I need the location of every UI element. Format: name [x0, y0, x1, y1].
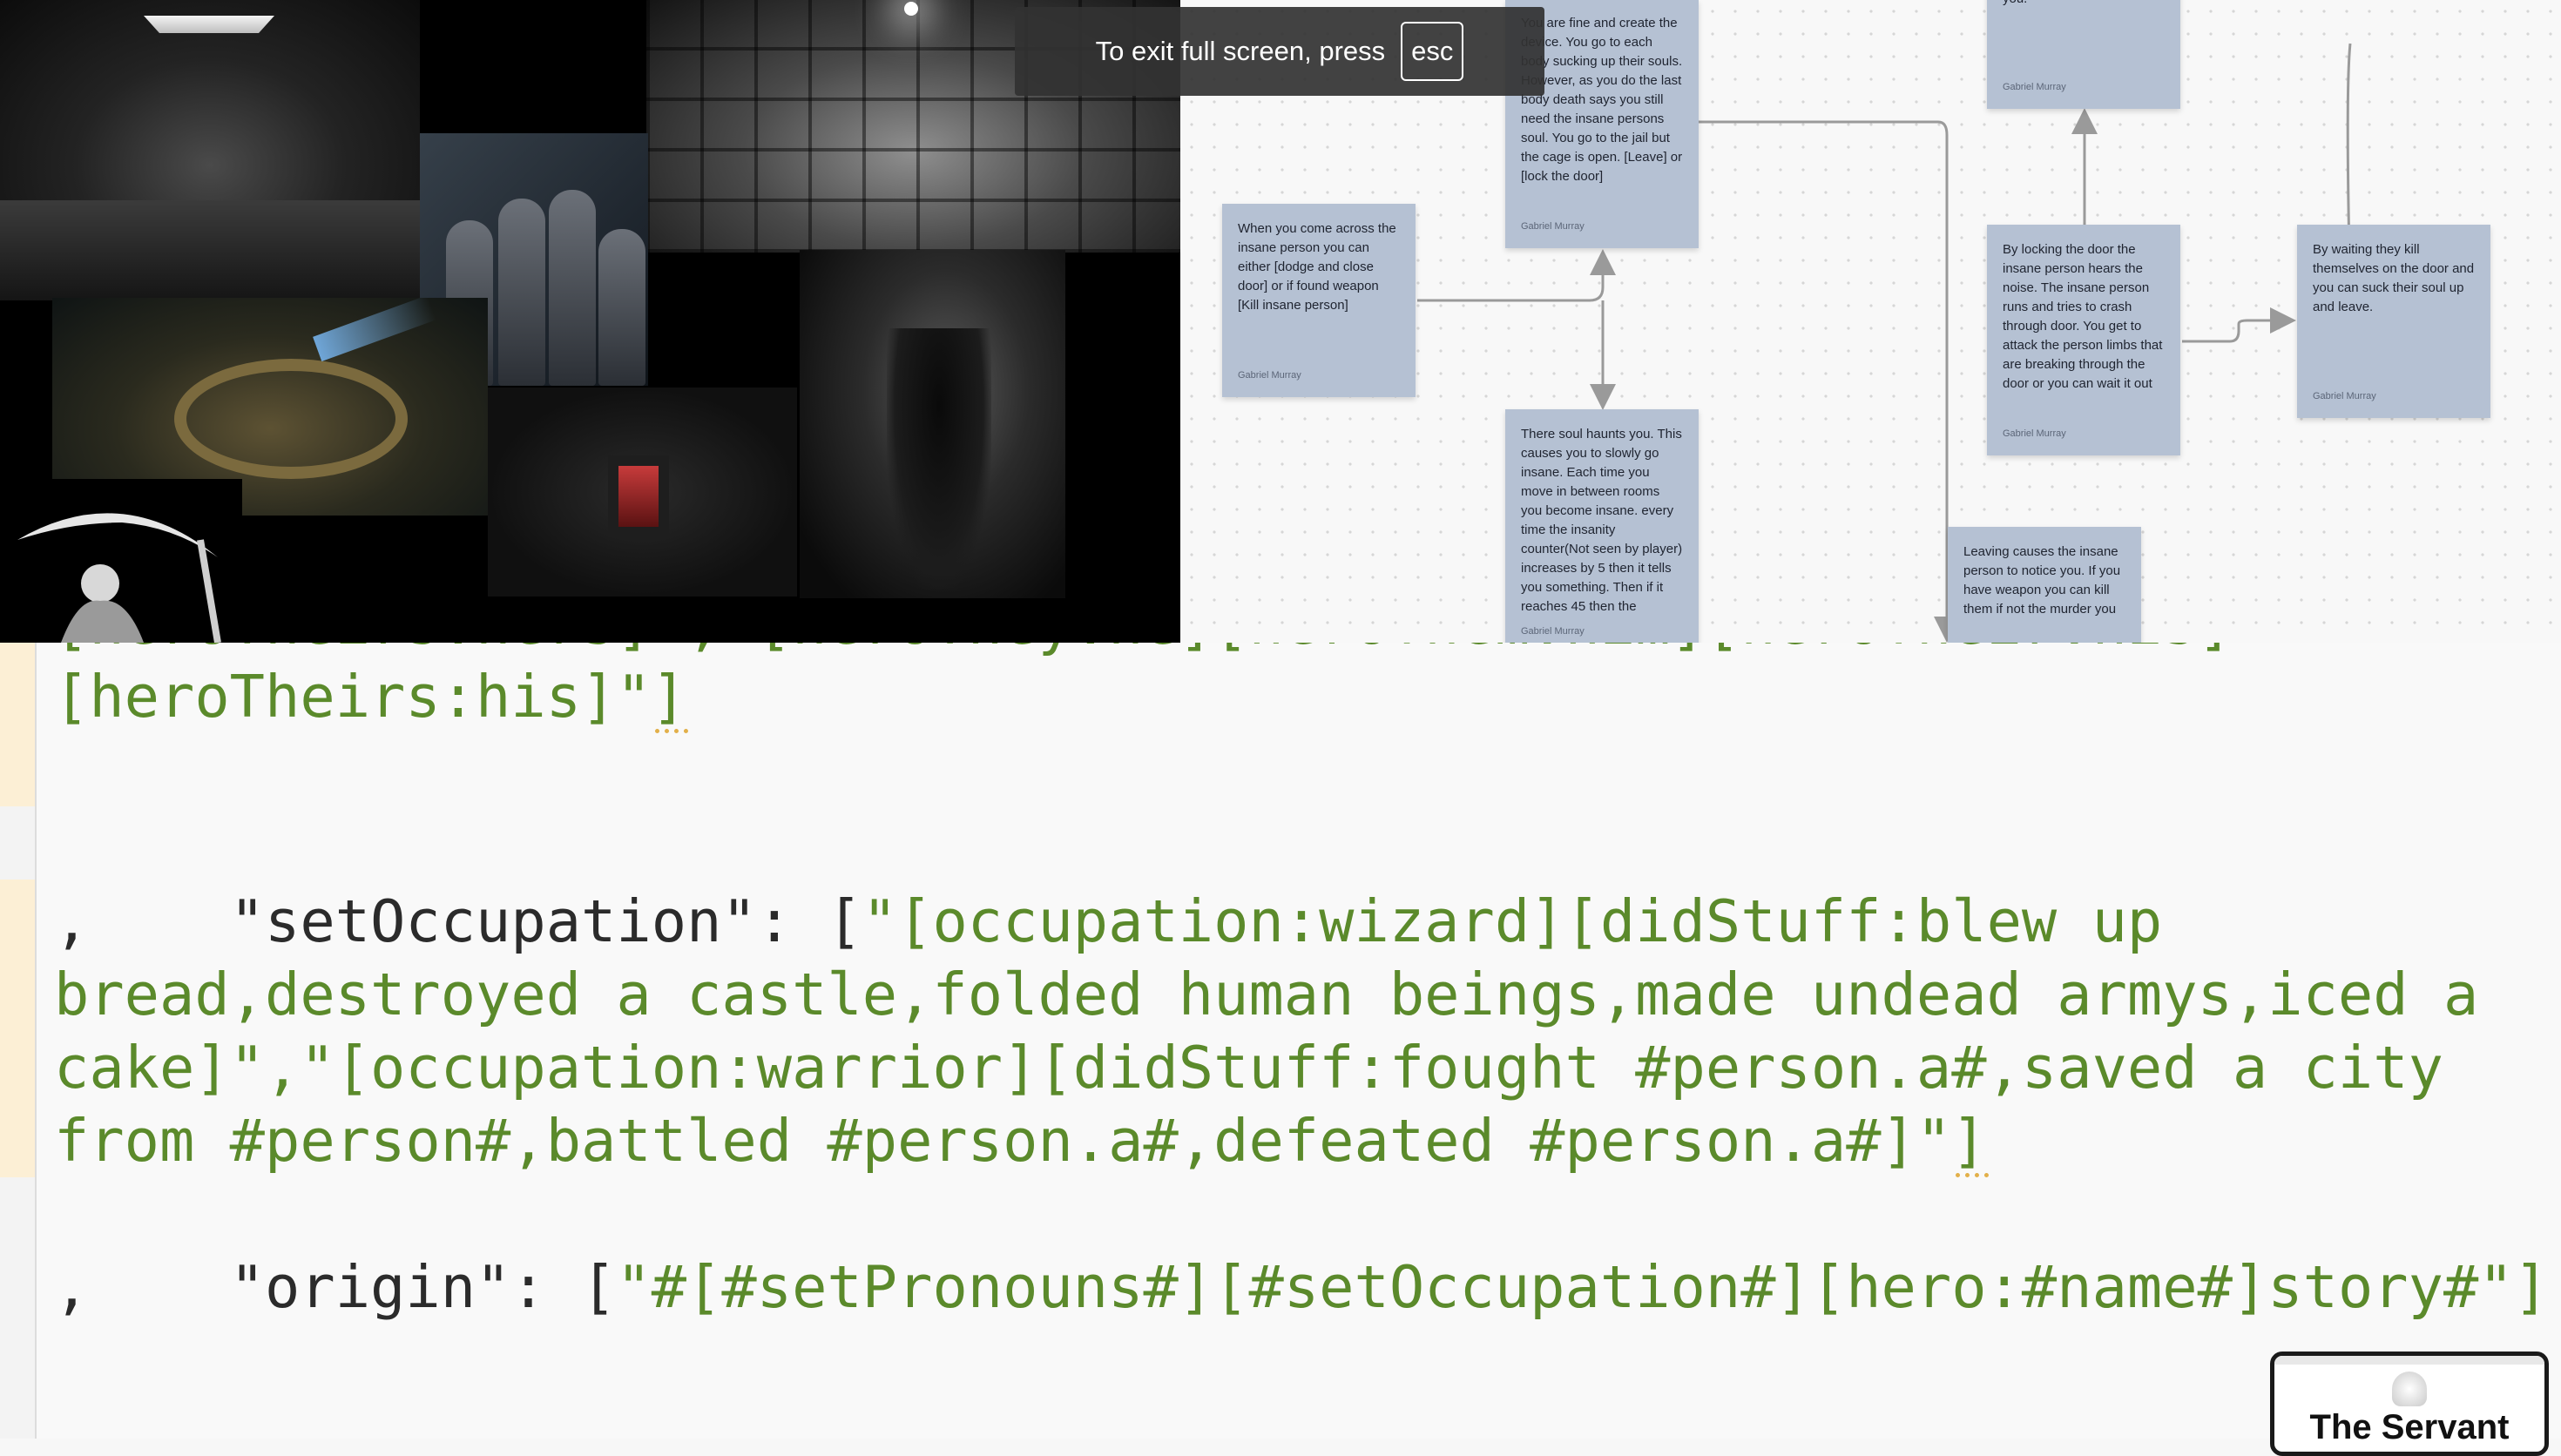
thumbnail-header-bar — [2274, 1356, 2544, 1365]
empty-stage-image — [0, 0, 420, 300]
grim-reaper-image — [0, 479, 242, 643]
code-line[interactable]: , "origin": ["#[#setPronouns#][#setOccup… — [54, 1250, 2549, 1324]
red-door — [618, 466, 659, 527]
code-line[interactable]: , "setOccupation": ["[occupation:wizard]… — [54, 885, 2162, 958]
story-note[interactable]: There soul haunts you. This causes you t… — [1505, 409, 1699, 643]
stage-floor — [0, 200, 420, 300]
story-note[interactable]: When you come across the insane person y… — [1222, 204, 1416, 397]
moodboard-collage — [0, 0, 1180, 643]
shadow-creature-image — [800, 250, 1065, 598]
hooded-figure — [549, 190, 596, 386]
slide-thumbnail[interactable]: The Servant — [2270, 1352, 2549, 1456]
reaper-icon — [17, 513, 221, 643]
light-bulb — [904, 2, 918, 16]
machine-ring — [174, 359, 408, 479]
shadow-figure — [887, 328, 991, 590]
flowchart-board[interactable]: You are fine and create the device. You … — [1180, 0, 2561, 643]
fullscreen-exit-toast: To exit full screen, press esc — [1015, 7, 1544, 96]
thumbnail-title: The Servant — [2309, 1408, 2510, 1446]
lamp-icon — [2392, 1372, 2427, 1406]
story-note[interactable]: you. Gabriel Murray — [1987, 0, 2180, 109]
story-note[interactable]: By waiting they kill themselves on the d… — [2297, 225, 2490, 418]
esc-key-badge: esc — [1401, 22, 1464, 81]
gutter-change-marker — [0, 643, 35, 806]
hooded-figure — [498, 199, 545, 386]
hooded-figure — [598, 229, 645, 386]
ceiling-lamp — [144, 16, 274, 33]
code-line[interactable]: from #person#,battled #person.a#,defeate… — [54, 1104, 1989, 1177]
code-line[interactable]: cake]","[occupation:warrior][didStuff:fo… — [54, 1031, 2443, 1104]
code-line[interactable]: [heroTheirs:his]"] — [54, 660, 689, 733]
light-beam — [313, 298, 436, 362]
code-line[interactable]: bread,destroyed a castle,folded human be… — [54, 958, 2478, 1031]
story-note[interactable]: By locking the door the insane person he… — [1987, 225, 2180, 455]
dark-corridor-image — [488, 388, 797, 597]
gutter-change-marker — [0, 880, 35, 1177]
toast-message: To exit full screen, press — [1095, 36, 1386, 66]
lint-warning-squiggle — [655, 720, 689, 733]
lint-warning-squiggle — [1955, 1164, 1989, 1177]
story-note[interactable]: Leaving causes the insane person to noti… — [1948, 527, 2141, 643]
